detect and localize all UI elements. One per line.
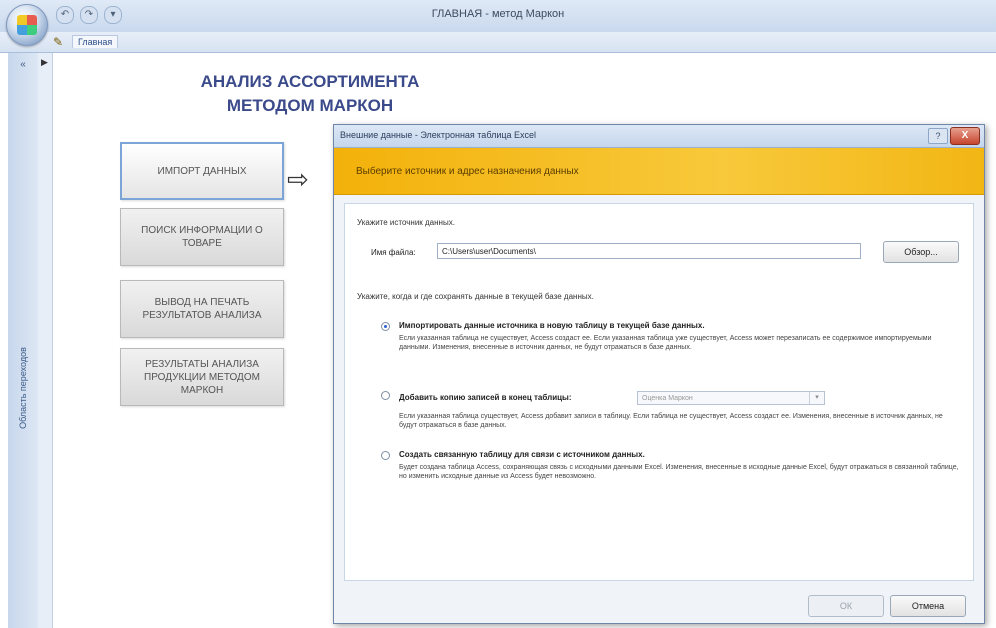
nav-pane-toggle-icon[interactable]: « <box>14 59 32 73</box>
ok-button[interactable]: ОК <box>808 595 884 617</box>
tab-home[interactable]: Главная <box>72 35 119 48</box>
external-data-dialog: Внешние данные - Электронная таблица Exc… <box>333 124 985 624</box>
cancel-button[interactable]: Отмена <box>890 595 966 617</box>
record-selector[interactable]: ▶ <box>38 53 53 628</box>
banner-text: Выберите источник и адрес назначения дан… <box>356 166 579 177</box>
dialog-body: Укажите источник данных. Имя файла: C:\U… <box>344 203 974 581</box>
navigation-pane-label: Область переходов <box>18 347 28 429</box>
link-table-desc: Будет создана таблица Access, сохраняюща… <box>399 464 959 480</box>
form-title-line1: АНАЛИЗ АССОРТИМЕНТА <box>200 72 420 91</box>
source-label: Укажите источник данных. <box>357 218 455 227</box>
form-title: АНАЛИЗ АССОРТИМЕНТА МЕТОДОМ МАРКОН <box>150 70 470 118</box>
marcon-analysis-results-button[interactable]: РЕЗУЛЬТАТЫ АНАЛИЗА ПРОДУКЦИИ МЕТОДОМ МАР… <box>120 348 284 406</box>
file-name-label: Имя файла: <box>371 248 416 257</box>
navigation-pane[interactable]: « Область переходов <box>8 53 39 628</box>
import-data-button[interactable]: ИМПОРТ ДАННЫХ <box>120 142 284 200</box>
form-title-line2: МЕТОДОМ МАРКОН <box>226 96 394 115</box>
link-table-radio[interactable] <box>381 451 390 460</box>
office-button[interactable] <box>6 4 48 46</box>
append-table-value: Оценка Маркон <box>642 395 693 402</box>
append-records-title[interactable]: Добавить копию записей в конец таблицы: <box>399 393 572 402</box>
arrow-right-icon: ⇨ <box>287 164 309 194</box>
import-new-table-desc: Если указанная таблица не существует, Ac… <box>399 335 932 351</box>
link-table-title[interactable]: Создать связанную таблицу для связи с ис… <box>399 450 645 459</box>
dialog-title-bar[interactable]: Внешние данные - Электронная таблица Exc… <box>334 125 984 148</box>
browse-button[interactable]: Обзор... <box>883 241 959 263</box>
search-product-info-button[interactable]: ПОИСК ИНФОРМАЦИИ О ТОВАРЕ <box>120 208 284 266</box>
append-records-radio[interactable] <box>381 391 390 400</box>
title-bar: ↶ ↷ ▾ ГЛАВНАЯ - метод Маркон <box>0 0 996 33</box>
dialog-banner: Выберите источник и адрес назначения дан… <box>334 148 984 195</box>
import-new-table-title[interactable]: Импортировать данные источника в новую т… <box>399 321 705 330</box>
record-pointer-icon: ▶ <box>41 57 48 67</box>
destination-label: Укажите, когда и где сохранять данные в … <box>357 292 594 301</box>
print-analysis-results-button[interactable]: ВЫВОД НА ПЕЧАТЬ РЕЗУЛЬТАТОВ АНАЛИЗА <box>120 280 284 338</box>
help-icon[interactable]: ? <box>928 128 948 144</box>
dialog-title: Внешние данные - Электронная таблица Exc… <box>340 130 537 140</box>
ribbon-tab-row: ✎ Главная <box>0 32 996 53</box>
close-icon[interactable]: X <box>950 127 980 145</box>
append-table-select[interactable]: Оценка Маркон ▾ <box>637 391 825 405</box>
office-logo-icon <box>17 15 37 35</box>
chevron-down-icon[interactable]: ▾ <box>809 392 824 404</box>
window-title: ГЛАВНАЯ - метод Маркон <box>431 8 565 20</box>
import-new-table-radio[interactable] <box>381 322 390 331</box>
file-name-input[interactable]: C:\Users\user\Documents\ <box>437 243 861 259</box>
form-icon: ✎ <box>52 35 64 49</box>
append-records-desc: Если указанная таблица существует, Acces… <box>399 413 943 429</box>
